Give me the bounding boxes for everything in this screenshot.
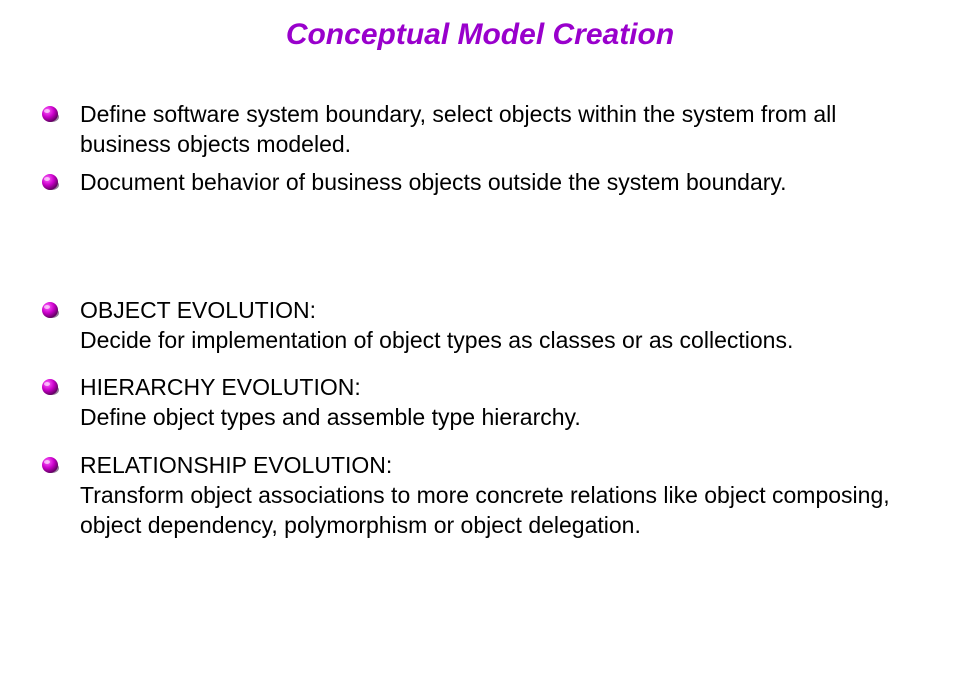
list-item: Define software system boundary, select …: [40, 100, 920, 160]
page-title: Conceptual Model Creation: [40, 18, 920, 52]
list-item-text: HIERARCHY EVOLUTION:Define object types …: [80, 373, 920, 433]
bullet-group-1: Define software system boundary, select …: [40, 100, 920, 198]
list-item-text: OBJECT EVOLUTION:Decide for implementati…: [80, 296, 920, 356]
slide-page: Conceptual Model Creation D: [0, 0, 960, 686]
list-item-text: RELATIONSHIP EVOLUTION:Transform object …: [80, 451, 920, 541]
list-item-text: Document behavior of business objects ou…: [80, 168, 920, 198]
sphere-bullet-icon: [40, 172, 60, 192]
sphere-bullet-icon: [40, 300, 60, 320]
list-item: RELATIONSHIP EVOLUTION:Transform object …: [40, 451, 920, 541]
list-item: HIERARCHY EVOLUTION:Define object types …: [40, 373, 920, 433]
sphere-bullet-icon: [40, 377, 60, 397]
sphere-bullet-icon: [40, 104, 60, 124]
bullet-group-2: OBJECT EVOLUTION:Decide for implementati…: [40, 296, 920, 541]
list-item: OBJECT EVOLUTION:Decide for implementati…: [40, 296, 920, 356]
list-item: Document behavior of business objects ou…: [40, 168, 920, 198]
list-item-text: Define software system boundary, select …: [80, 100, 920, 160]
sphere-bullet-icon: [40, 455, 60, 475]
